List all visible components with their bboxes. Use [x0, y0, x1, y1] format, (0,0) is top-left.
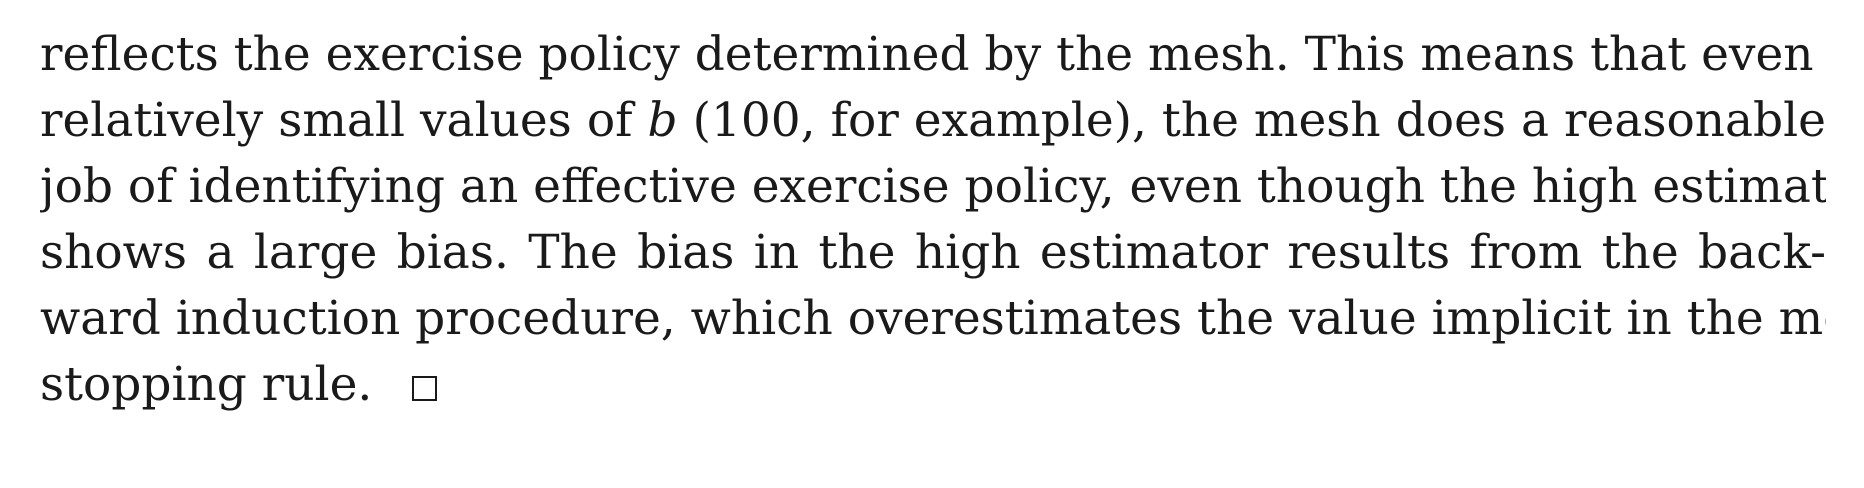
paragraph: reflects the exercise policy determined …	[40, 22, 1826, 418]
text-line: job of identifying an effective exercise…	[40, 159, 1826, 214]
qed-square-icon	[412, 376, 438, 401]
text-line-last: stopping rule.	[40, 352, 1826, 418]
text-line: relatively small values of b (100, for e…	[40, 93, 1826, 148]
text-line-final-words: stopping rule.	[40, 357, 373, 412]
text-line: reflects the exercise policy determined …	[40, 27, 1826, 82]
document-page: reflects the exercise policy determined …	[40, 22, 1826, 418]
text-line: ward induction procedure, which overesti…	[40, 291, 1826, 346]
text-line: shows a large bias. The bias in the high…	[40, 225, 1826, 280]
math-variable-b: b	[647, 93, 678, 148]
